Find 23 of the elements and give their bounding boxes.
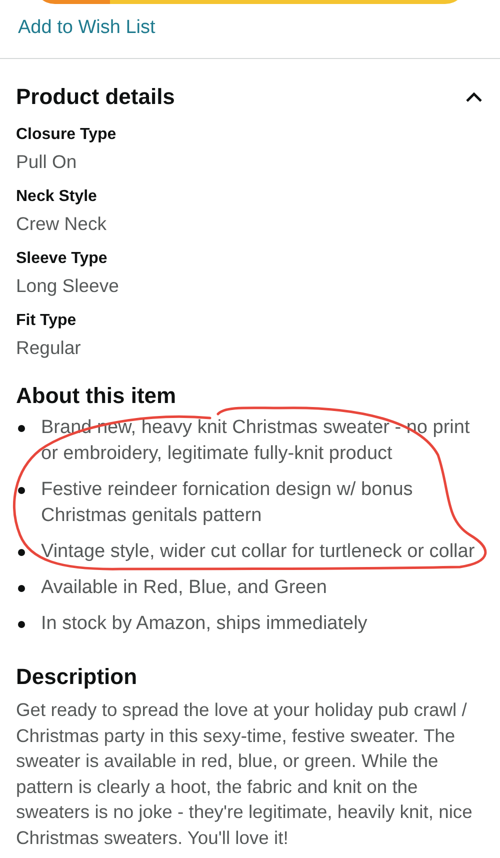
section-heading: About this item xyxy=(16,382,178,410)
detail-value: Regular xyxy=(16,336,82,360)
detail-label: Sleeve Type xyxy=(16,249,108,269)
bullet-icon xyxy=(18,621,25,628)
bullet-icon xyxy=(18,585,25,592)
bullet-icon xyxy=(18,549,25,556)
detail-value: Crew Neck xyxy=(16,212,108,236)
detail-label: Fit Type xyxy=(16,311,78,331)
detail-label: Closure Type xyxy=(16,125,118,145)
bullet-icon xyxy=(18,487,25,494)
chevron-icon[interactable] xyxy=(464,90,484,104)
bullet-text: Available in Red, Blue, and Green xyxy=(41,576,327,600)
detail-value: Long Sleeve xyxy=(16,274,120,298)
description-text: Get ready to spread the love at your holiday pub crawl / Christmas party in this sexy-time, festive sweater. The sweater is available in red, blue, or green. While the pattern is clearly a hoot, the fabric and knit on the sweaters is no joke - they're legitimate, heavily knit, nice Christmas sweaters. You'll love it! xyxy=(16,698,474,850)
section-heading: Product details xyxy=(16,83,175,111)
bullet-text: Festive reindeer fornication design w/ bonus Christmas genitals pattern xyxy=(41,478,414,528)
detail-value: Pull On xyxy=(16,150,78,174)
add-to-wish-list-link[interactable]: Add to Wish List xyxy=(18,16,156,40)
bullet-text: In stock by Amazon, ships immediately xyxy=(41,612,368,636)
bullet-text: Vintage style, wider cut collar for turtleneck or collar xyxy=(41,540,475,564)
section-heading: Description xyxy=(16,663,138,691)
detail-label: Neck Style xyxy=(16,187,98,207)
bullet-icon xyxy=(18,425,25,432)
